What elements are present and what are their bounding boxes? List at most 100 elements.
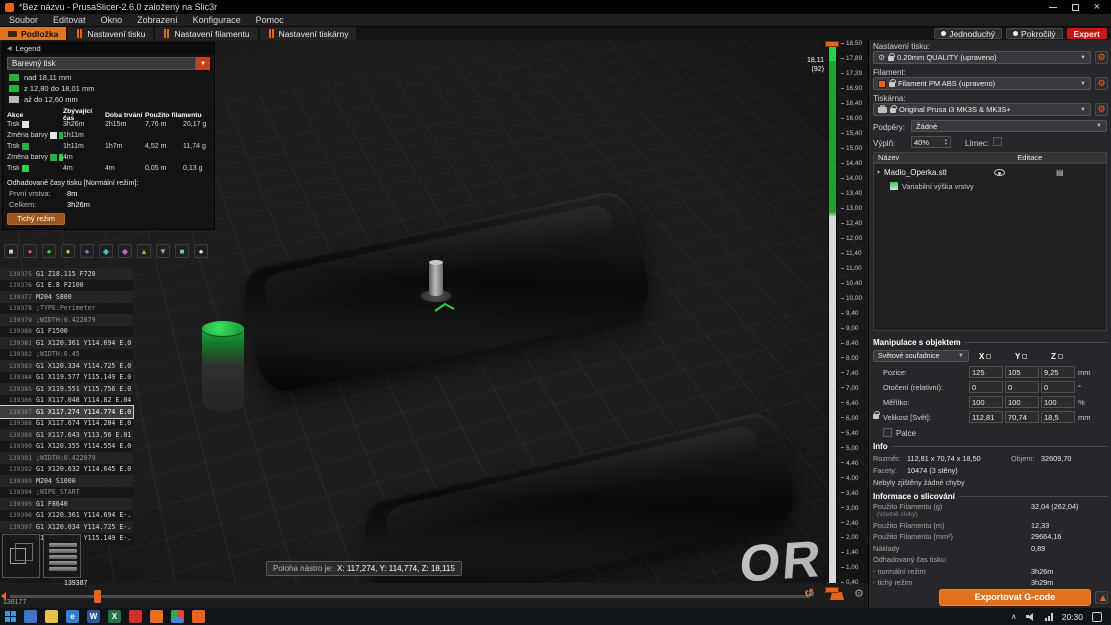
move-slider-handle[interactable] xyxy=(94,590,101,603)
expand-caret-icon[interactable]: ▾ xyxy=(877,169,880,176)
scale-y-input[interactable] xyxy=(1005,396,1039,408)
supports-select[interactable]: Žádné ▼ xyxy=(911,120,1107,132)
size-unit: mm xyxy=(1078,413,1091,422)
scale-z-input[interactable] xyxy=(1041,396,1075,408)
chevron-down-icon[interactable]: ▼ xyxy=(196,57,210,70)
stealth-mode-button[interactable]: Tichý režim xyxy=(7,213,65,225)
scale-x-input[interactable] xyxy=(969,396,1003,408)
preview-option-icon[interactable]: ● xyxy=(80,244,94,258)
tab-plater[interactable]: Podložka xyxy=(0,27,67,40)
sliced-info-section-header: Informace o slicování xyxy=(873,492,1108,501)
preview-option-icon[interactable]: ▲ xyxy=(137,244,151,258)
printer-select[interactable]: Original Prusa i3 MK3S & MK3S+ ▼ xyxy=(873,103,1091,116)
preview-option-icon[interactable]: ● xyxy=(42,244,56,258)
taskbar-app-icon[interactable] xyxy=(45,610,58,623)
editor-view-thumbnail[interactable] xyxy=(2,534,40,578)
legend-range-item: nad 18,11 mm xyxy=(3,72,214,83)
gcode-line: 139376 G1 E.8 F2100 xyxy=(0,279,133,291)
taskbar-app-icon[interactable] xyxy=(150,610,163,623)
taskbar-app-icon[interactable]: X xyxy=(108,610,121,623)
volume-icon[interactable] xyxy=(1025,612,1036,621)
taskbar-app-icon[interactable] xyxy=(129,610,142,623)
print-profile-select[interactable]: ⚙ 0.20mm QUALITY (upraveno) ▼ xyxy=(873,51,1091,64)
preview-option-icon[interactable]: ■ xyxy=(175,244,189,258)
network-icon[interactable] xyxy=(1044,612,1053,621)
mode-simple-button[interactable]: Jednoduchý xyxy=(934,28,1003,39)
maximize-icon[interactable] xyxy=(1071,3,1079,11)
taskbar-app-icon[interactable] xyxy=(192,610,205,623)
infill-input[interactable] xyxy=(912,137,943,147)
brim-checkbox[interactable] xyxy=(993,137,1002,146)
collapse-icon[interactable]: ◀ xyxy=(7,45,12,52)
start-menu-icon[interactable] xyxy=(5,611,16,622)
layer-slider-bottom-handle[interactable] xyxy=(825,587,839,593)
position-z-input[interactable] xyxy=(1041,366,1075,378)
filament-select[interactable]: Filament PM ABS (upraveno) ▼ xyxy=(873,77,1091,90)
inches-checkbox[interactable] xyxy=(883,428,892,437)
axis-y-icon[interactable] xyxy=(1022,354,1028,359)
rotation-z-input[interactable] xyxy=(1041,381,1075,393)
coordinate-system-select[interactable]: Světové souřadnice ▼ xyxy=(873,350,969,362)
tab-print-settings[interactable]: Nastavení tisku xyxy=(68,27,154,40)
preview-option-icon[interactable]: ● xyxy=(194,244,208,258)
edit-object-icon[interactable]: ▤ xyxy=(1056,168,1064,177)
menu-item[interactable]: Pomoc xyxy=(256,15,284,25)
preview-option-icon[interactable]: ■ xyxy=(4,244,18,258)
mode-advanced-button[interactable]: Pokročilý xyxy=(1006,28,1063,39)
infill-stepper[interactable]: ▲▼ xyxy=(911,136,951,148)
close-icon[interactable]: × xyxy=(1094,2,1100,13)
legend-header: ◀ Legend xyxy=(3,43,214,54)
size-x-input[interactable] xyxy=(969,411,1003,423)
layer-slider-top-handle[interactable] xyxy=(825,41,839,47)
gcode-line-number: 139386 xyxy=(8,396,32,405)
preview-option-icon[interactable]: ● xyxy=(61,244,75,258)
preview-option-icon[interactable]: ◆ xyxy=(99,244,113,258)
size-y-input[interactable] xyxy=(1005,411,1039,423)
tool-position-peg xyxy=(429,260,443,296)
taskbar-app-icon[interactable]: W xyxy=(87,610,100,623)
position-x-input[interactable] xyxy=(969,366,1003,378)
axis-z-icon[interactable] xyxy=(1057,354,1063,359)
taskbar-app-icon[interactable] xyxy=(24,610,37,623)
edit-print-profile-button[interactable]: ⚙ xyxy=(1095,51,1108,64)
axis-x-icon[interactable] xyxy=(986,354,992,359)
wipe-tower-cylinder[interactable] xyxy=(202,321,244,412)
edit-printer-button[interactable]: ⚙ xyxy=(1095,103,1108,116)
menu-item[interactable]: Zobrazení xyxy=(137,15,178,25)
notification-center-icon[interactable] xyxy=(1092,611,1102,622)
preview-option-icon[interactable]: ● xyxy=(23,244,37,258)
tab-printer-settings[interactable]: Nastavení tiskárny xyxy=(259,27,357,40)
move-slider-track[interactable] xyxy=(10,595,810,598)
minimize-icon[interactable] xyxy=(1048,6,1057,8)
menu-item[interactable]: Soubor xyxy=(9,15,38,25)
edit-filament-button[interactable]: ⚙ xyxy=(1095,77,1108,90)
export-sd-icon[interactable] xyxy=(1095,591,1108,604)
menu-item[interactable]: Konfigurace xyxy=(193,15,241,25)
bed-icon[interactable] xyxy=(830,592,844,600)
export-gcode-button[interactable]: Exportovat G-code xyxy=(939,589,1091,606)
gear-icon[interactable]: ⚙ xyxy=(854,589,864,600)
legend-panel: ◀ Legend Barevný tisk ▼ nad 18,11 mm z 1… xyxy=(2,42,215,230)
preview-3d-viewport[interactable]: OR ◀ Legend Barevný tisk ▼ nad 18,11 mm … xyxy=(0,40,868,608)
rotation-x-input[interactable] xyxy=(969,381,1003,393)
preview-option-icon[interactable]: ◆ xyxy=(118,244,132,258)
stepper-arrows-icon[interactable]: ▲ ▼ xyxy=(942,137,950,147)
size-z-input[interactable] xyxy=(1041,411,1075,423)
taskbar-app-icon[interactable]: e xyxy=(66,610,79,623)
layers-view-thumbnail[interactable] xyxy=(43,534,81,578)
position-y-input[interactable] xyxy=(1005,366,1039,378)
rotation-y-input[interactable] xyxy=(1005,381,1039,393)
menu-item[interactable]: Editovat xyxy=(53,15,86,25)
view-type-select[interactable]: Barevný tisk ▼ xyxy=(7,57,210,70)
mode-expert-button[interactable]: Expert xyxy=(1066,28,1107,39)
tray-expand-icon[interactable]: ∧ xyxy=(1011,612,1017,621)
menu-item[interactable]: Okno xyxy=(101,15,123,25)
preview-option-icon[interactable]: ▼ xyxy=(156,244,170,258)
eye-icon[interactable] xyxy=(994,169,1005,176)
taskbar-app-icon[interactable] xyxy=(171,610,184,623)
tab-filament-settings[interactable]: Nastavení filamentu xyxy=(155,27,258,40)
object-sub-item[interactable]: Variabilní výška vrstvy xyxy=(874,180,1106,192)
printer-label: Tiskárna: xyxy=(873,94,906,103)
object-list-item[interactable]: ▾ Madlo_Operka.stl ▤ xyxy=(874,166,1106,179)
taskbar-clock[interactable]: 20:30 xyxy=(1062,612,1083,622)
